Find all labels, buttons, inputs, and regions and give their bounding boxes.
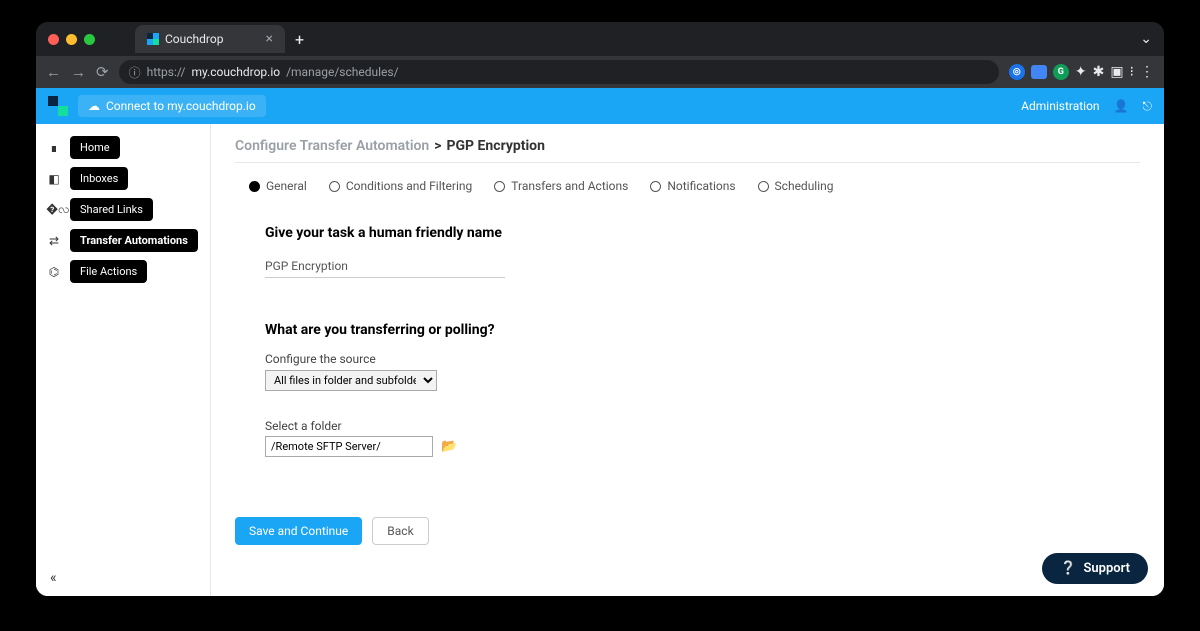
step-dot-icon <box>650 181 661 192</box>
logout-icon[interactable]: ⎋ <box>1143 99 1153 114</box>
sidebar-item-home[interactable]: ∎ Home <box>42 136 204 159</box>
sidebar-item-label: Transfer Automations <box>70 229 198 252</box>
shuffle-icon: ⇄ <box>46 234 62 248</box>
window-controls <box>48 34 95 45</box>
share-icon: �လ <box>46 201 62 219</box>
new-tab-button[interactable]: + <box>295 30 304 49</box>
robot-icon: ⌬ <box>46 265 62 279</box>
extension-icon[interactable]: ◎ <box>1009 64 1025 80</box>
step-transfers[interactable]: Transfers and Actions <box>494 179 628 193</box>
step-dot-icon <box>329 181 340 192</box>
folder-browse-icon[interactable]: 📂 <box>441 439 457 454</box>
tab-overflow-icon[interactable]: ⌄ <box>1140 31 1152 47</box>
breadcrumb-separator: > <box>434 138 441 154</box>
task-name-input[interactable] <box>265 255 505 278</box>
select-folder-label: Select a folder <box>265 419 1124 433</box>
step-general[interactable]: General <box>249 179 307 193</box>
extensions-puzzle-icon[interactable]: ✱ <box>1093 64 1105 80</box>
sidebar-item-label: Inboxes <box>70 167 128 190</box>
save-button[interactable]: Save and Continue <box>235 517 362 545</box>
extension-icon[interactable]: G <box>1053 64 1069 80</box>
connect-button[interactable]: ☁ Connect to my.couchdrop.io <box>78 95 266 117</box>
close-window-icon[interactable] <box>48 34 59 45</box>
breadcrumb-current: PGP Encryption <box>446 138 544 154</box>
extensions-menu-icon[interactable]: ✦ <box>1075 64 1087 80</box>
tab-title: Couchdrop <box>165 32 223 46</box>
forward-icon[interactable]: → <box>71 63 86 81</box>
sidebar-item-inboxes[interactable]: ◧ Inboxes <box>42 167 204 190</box>
address-bar[interactable]: ⓘ https:// my.couchdrop.io/manage/schedul… <box>119 60 999 84</box>
main-content: Configure Transfer Automation > PGP Encr… <box>210 124 1164 596</box>
sidebar-item-file-actions[interactable]: ⌬ File Actions <box>42 260 204 283</box>
help-icon: ❔ <box>1060 561 1076 576</box>
step-label: Notifications <box>667 179 735 193</box>
app-topbar: ☁ Connect to my.couchdrop.io Administrat… <box>36 88 1164 124</box>
connect-label: Connect to my.couchdrop.io <box>106 99 256 113</box>
step-scheduling[interactable]: Scheduling <box>758 179 834 193</box>
step-label: Scheduling <box>775 179 834 193</box>
step-conditions[interactable]: Conditions and Filtering <box>329 179 472 193</box>
panel-icon[interactable]: ▣ <box>1110 64 1123 80</box>
minimize-window-icon[interactable] <box>66 34 77 45</box>
url-path: /manage/schedules/ <box>286 65 398 79</box>
breadcrumb-parent[interactable]: Configure Transfer Automation <box>235 138 429 154</box>
url-host: my.couchdrop.io <box>191 65 280 79</box>
url-bar: ← → ⟳ ⓘ https:// my.couchdrop.io/manage/s… <box>36 56 1164 88</box>
browser-tab[interactable]: Couchdrop × <box>135 25 285 53</box>
profile-icon[interactable]: ⁝ <box>1130 64 1134 80</box>
support-button[interactable]: ❔ Support <box>1042 553 1148 584</box>
url-scheme: https:// <box>147 65 186 79</box>
tab-close-icon[interactable]: × <box>266 31 273 47</box>
step-notifications[interactable]: Notifications <box>650 179 735 193</box>
step-dot-icon <box>758 181 769 192</box>
sidebar-item-transfer-automations[interactable]: ⇄ Transfer Automations <box>42 229 204 252</box>
collapse-sidebar-icon[interactable]: « <box>50 570 57 586</box>
back-icon[interactable]: ← <box>46 63 61 81</box>
sidebar-item-label: Shared Links <box>70 198 153 221</box>
extension-icon[interactable] <box>1031 65 1047 79</box>
app-logo-icon[interactable] <box>48 96 68 116</box>
favicon-icon <box>147 33 159 45</box>
breadcrumb: Configure Transfer Automation > PGP Encr… <box>235 138 1140 162</box>
section-heading: What are you transferring or polling? <box>265 322 1124 338</box>
step-label: Transfers and Actions <box>511 179 628 193</box>
folder-path-input[interactable] <box>265 436 433 457</box>
app-viewport: ☁ Connect to my.couchdrop.io Administrat… <box>36 88 1164 596</box>
lock-icon: ⓘ <box>129 64 141 81</box>
sidebar-item-label: File Actions <box>70 260 147 283</box>
back-button[interactable]: Back <box>372 517 428 545</box>
user-icon[interactable]: 👤 <box>1114 99 1129 113</box>
divider <box>235 162 1140 163</box>
sidebar-item-shared-links[interactable]: �လ Shared Links <box>42 198 204 221</box>
source-select[interactable]: All files in folder and subfolders <box>265 370 437 391</box>
folder-icon: ∎ <box>46 141 62 155</box>
action-buttons: Save and Continue Back <box>235 517 1140 545</box>
inbox-icon: ◧ <box>46 172 62 186</box>
extension-icons: ◎ G ✦ ✱ ▣ ⁝ ⋮ <box>1009 64 1154 80</box>
cloud-upload-icon: ☁ <box>88 99 100 113</box>
support-label: Support <box>1083 561 1130 576</box>
step-dot-icon <box>249 181 260 192</box>
sidebar-item-label: Home <box>70 136 120 159</box>
sidebar: ∎ Home ◧ Inboxes �လ Shared Links ⇄ Trans… <box>36 124 210 596</box>
reload-icon[interactable]: ⟳ <box>96 63 109 81</box>
step-label: Conditions and Filtering <box>346 179 472 193</box>
menu-icon[interactable]: ⋮ <box>1140 64 1154 80</box>
panel-source: What are you transferring or polling? Co… <box>235 308 1140 487</box>
step-dot-icon <box>494 181 505 192</box>
step-label: General <box>266 179 307 193</box>
step-tabs: General Conditions and Filtering Transfe… <box>235 173 1140 211</box>
configure-source-label: Configure the source <box>265 352 1124 366</box>
panel-task-name: Give your task a human friendly name <box>235 211 1140 308</box>
window-titlebar: Couchdrop × + ⌄ <box>36 22 1164 56</box>
maximize-window-icon[interactable] <box>84 34 95 45</box>
section-heading: Give your task a human friendly name <box>265 225 1124 241</box>
administration-link[interactable]: Administration <box>1021 99 1099 113</box>
